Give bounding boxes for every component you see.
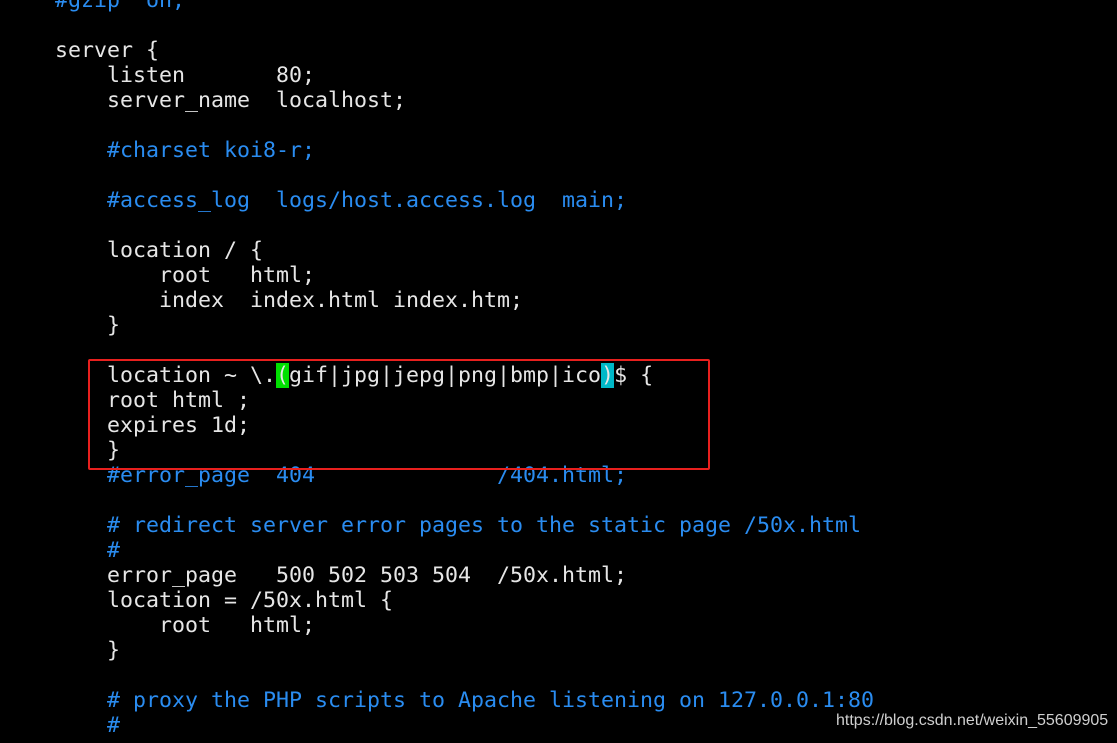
code-comment: # redirect server error pages to the sta… <box>3 513 862 538</box>
code-line: server_name localhost; <box>3 88 874 113</box>
code-line: # redirect server error pages to the sta… <box>3 513 874 538</box>
code-comment: # proxy the PHP scripts to Apache listen… <box>3 688 875 713</box>
code-line: error_page 500 502 503 504 /50x.html; <box>3 563 874 588</box>
code-text: server_name localhost; <box>3 88 407 113</box>
code-text: location = /50x.html { <box>3 588 394 613</box>
code-comment: # <box>3 538 121 563</box>
code-text: } <box>3 638 121 663</box>
code-line: # <box>3 713 874 738</box>
code-comment: #access_log logs/host.access.log main; <box>3 188 628 213</box>
code-line: } <box>3 313 874 338</box>
code-text: location / { <box>3 238 264 263</box>
code-line: # <box>3 538 874 563</box>
code-line: #charset koi8-r; <box>3 138 874 163</box>
code-line: # proxy the PHP scripts to Apache listen… <box>3 688 874 713</box>
code-line: root html; <box>3 263 874 288</box>
code-text: error_page 500 502 503 504 /50x.html; <box>3 563 628 588</box>
code-text: } <box>3 313 121 338</box>
watermark: https://blog.csdn.net/weixin_55609905 <box>836 712 1109 729</box>
code-line: location / { <box>3 238 874 263</box>
code-comment: #gzip on; <box>3 0 186 13</box>
code-text: listen 80; <box>3 63 316 88</box>
code-line: location = /50x.html { <box>3 588 874 613</box>
code-line: root html; <box>3 613 874 638</box>
code-line: } <box>3 638 874 663</box>
code-line: #gzip on; <box>3 0 874 13</box>
code-line: #access_log logs/host.access.log main; <box>3 188 874 213</box>
code-line: server { <box>3 38 874 63</box>
code-comment: # <box>3 713 121 738</box>
code-text: root html; <box>3 613 316 638</box>
code-text: server { <box>3 38 160 63</box>
code-text: root html; <box>3 263 316 288</box>
code-line: listen 80; <box>3 63 874 88</box>
code-line: index index.html index.htm; <box>3 288 874 313</box>
highlight-box <box>88 359 710 470</box>
code-text: index index.html index.htm; <box>3 288 524 313</box>
code-comment: #charset koi8-r; <box>3 138 316 163</box>
